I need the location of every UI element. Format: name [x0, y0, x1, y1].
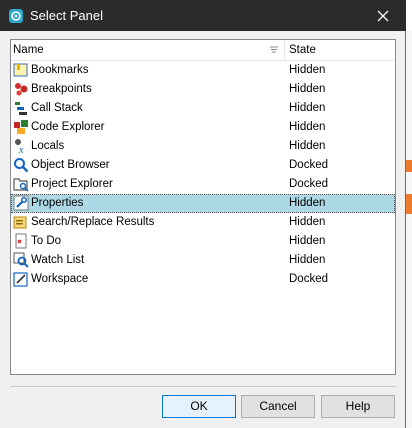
column-name-label: Name: [13, 44, 44, 56]
list-item[interactable]: Project Explorer Docked: [11, 175, 395, 194]
select-panel-dialog: Select Panel Name State Bookmarks Hidden…: [0, 0, 406, 428]
list-item[interactable]: Breakpoints Hidden: [11, 80, 395, 99]
code-explorer-icon: [14, 120, 28, 134]
list-item[interactable]: Bookmarks Hidden: [11, 61, 395, 80]
background-accent: [406, 194, 412, 214]
panel-list[interactable]: Name State Bookmarks Hidden Breakpoints …: [10, 39, 396, 375]
watch-list-icon: [13, 252, 29, 268]
close-icon: [377, 10, 389, 21]
list-item[interactable]: To Do Hidden: [11, 232, 395, 251]
background-app-edge: [406, 31, 412, 428]
cancel-button[interactable]: Cancel: [241, 395, 315, 418]
list-item[interactable]: Object Browser Docked: [11, 156, 395, 175]
list-item[interactable]: Code Explorer Hidden: [11, 118, 395, 137]
ok-button[interactable]: OK: [162, 395, 236, 418]
divider: [10, 386, 396, 387]
project-explorer-icon: [13, 178, 29, 192]
column-header-name[interactable]: Name: [11, 40, 285, 60]
help-button[interactable]: Help: [321, 395, 395, 418]
list-item[interactable]: Workspace Docked: [11, 270, 395, 289]
bookmarks-icon: [13, 63, 28, 77]
call-stack-icon: [15, 102, 27, 115]
workspace-icon: [13, 272, 28, 287]
list-item[interactable]: Search/Replace Results Hidden: [11, 213, 395, 232]
svg-text:x: x: [18, 145, 24, 154]
object-browser-icon: [14, 158, 29, 173]
search-results-icon: [13, 216, 27, 229]
app-icon: [9, 9, 23, 23]
todo-icon: [15, 233, 27, 249]
column-state-label: State: [289, 44, 316, 56]
list-item[interactable]: Watch List Hidden: [11, 251, 395, 270]
sort-icon: [270, 46, 278, 53]
background-accent: [406, 160, 412, 172]
list-item-selected[interactable]: Properties Hidden: [11, 194, 395, 213]
title-bar: Select Panel: [0, 0, 406, 31]
window-title: Select Panel: [30, 8, 103, 23]
close-button[interactable]: [360, 0, 406, 31]
list-item[interactable]: x Locals Hidden: [11, 137, 395, 156]
locals-icon: x: [15, 139, 24, 154]
list-item[interactable]: Call Stack Hidden: [11, 99, 395, 118]
breakpoints-icon: [15, 83, 28, 96]
list-header: Name State: [11, 40, 395, 61]
column-header-state[interactable]: State: [289, 40, 316, 60]
properties-icon: [13, 195, 29, 211]
